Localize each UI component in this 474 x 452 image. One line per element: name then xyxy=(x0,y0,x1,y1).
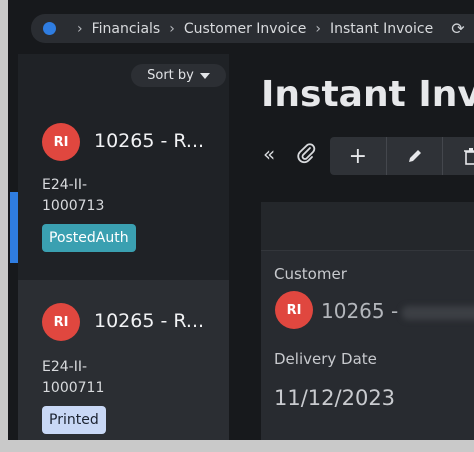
breadcrumb-instant-invoice: Instant Invoice xyxy=(329,20,434,37)
list-item-id: E24-II- 1000713 xyxy=(42,177,105,214)
status-badge: Printed xyxy=(42,406,106,434)
sort-by-button[interactable]: Sort by xyxy=(131,64,226,87)
customer-name-text: 10265 - xyxy=(321,299,399,323)
list-item-title: 10265 - R... xyxy=(94,130,205,152)
attachment-icon[interactable] xyxy=(296,142,316,169)
chevron-right-icon: › xyxy=(315,20,321,37)
avatar: RI xyxy=(275,291,313,329)
app-window: › Financials › Customer Invoice › Instan… xyxy=(8,0,474,440)
card-header xyxy=(261,202,474,251)
avatar: RI xyxy=(42,123,80,161)
refresh-icon[interactable]: ⟳ xyxy=(451,19,464,38)
trash-icon xyxy=(464,148,474,165)
invoice-details-card: Customer RI 10265 - Delivery Date 11/12/… xyxy=(261,202,474,440)
breadcrumb-customer-invoice[interactable]: Customer Invoice xyxy=(184,21,307,37)
plus-icon: + xyxy=(348,143,368,169)
sort-by-label: Sort by xyxy=(147,68,194,83)
status-badge: PostedAuth xyxy=(42,224,136,252)
page-title: Instant Invo xyxy=(261,74,474,115)
delete-button[interactable] xyxy=(443,137,474,175)
chevron-right-icon: › xyxy=(77,20,83,37)
chevron-right-icon: › xyxy=(169,20,175,37)
delivery-date-label: Delivery Date xyxy=(274,350,377,368)
list-item-id: E24-II- 1000711 xyxy=(42,359,105,396)
selection-indicator xyxy=(10,192,18,263)
avatar: RI xyxy=(42,303,80,341)
add-button[interactable]: + xyxy=(330,137,387,175)
collapse-left-icon[interactable]: « xyxy=(263,142,275,166)
paperclip-icon xyxy=(297,143,316,164)
edit-button[interactable] xyxy=(387,137,444,175)
customer-value[interactable]: 10265 - xyxy=(321,299,474,323)
list-item-title: 10265 - R... xyxy=(94,310,205,332)
caret-down-icon xyxy=(199,72,210,79)
breadcrumb-financials[interactable]: Financials xyxy=(92,21,161,37)
record-toolbar: + xyxy=(330,137,474,175)
pencil-icon xyxy=(408,150,421,162)
redacted-text xyxy=(402,305,474,320)
app-status-dot[interactable] xyxy=(43,22,56,35)
breadcrumb: › Financials › Customer Invoice › Instan… xyxy=(31,14,474,43)
customer-label: Customer xyxy=(274,265,347,283)
delivery-date-value: 11/12/2023 xyxy=(274,386,396,410)
